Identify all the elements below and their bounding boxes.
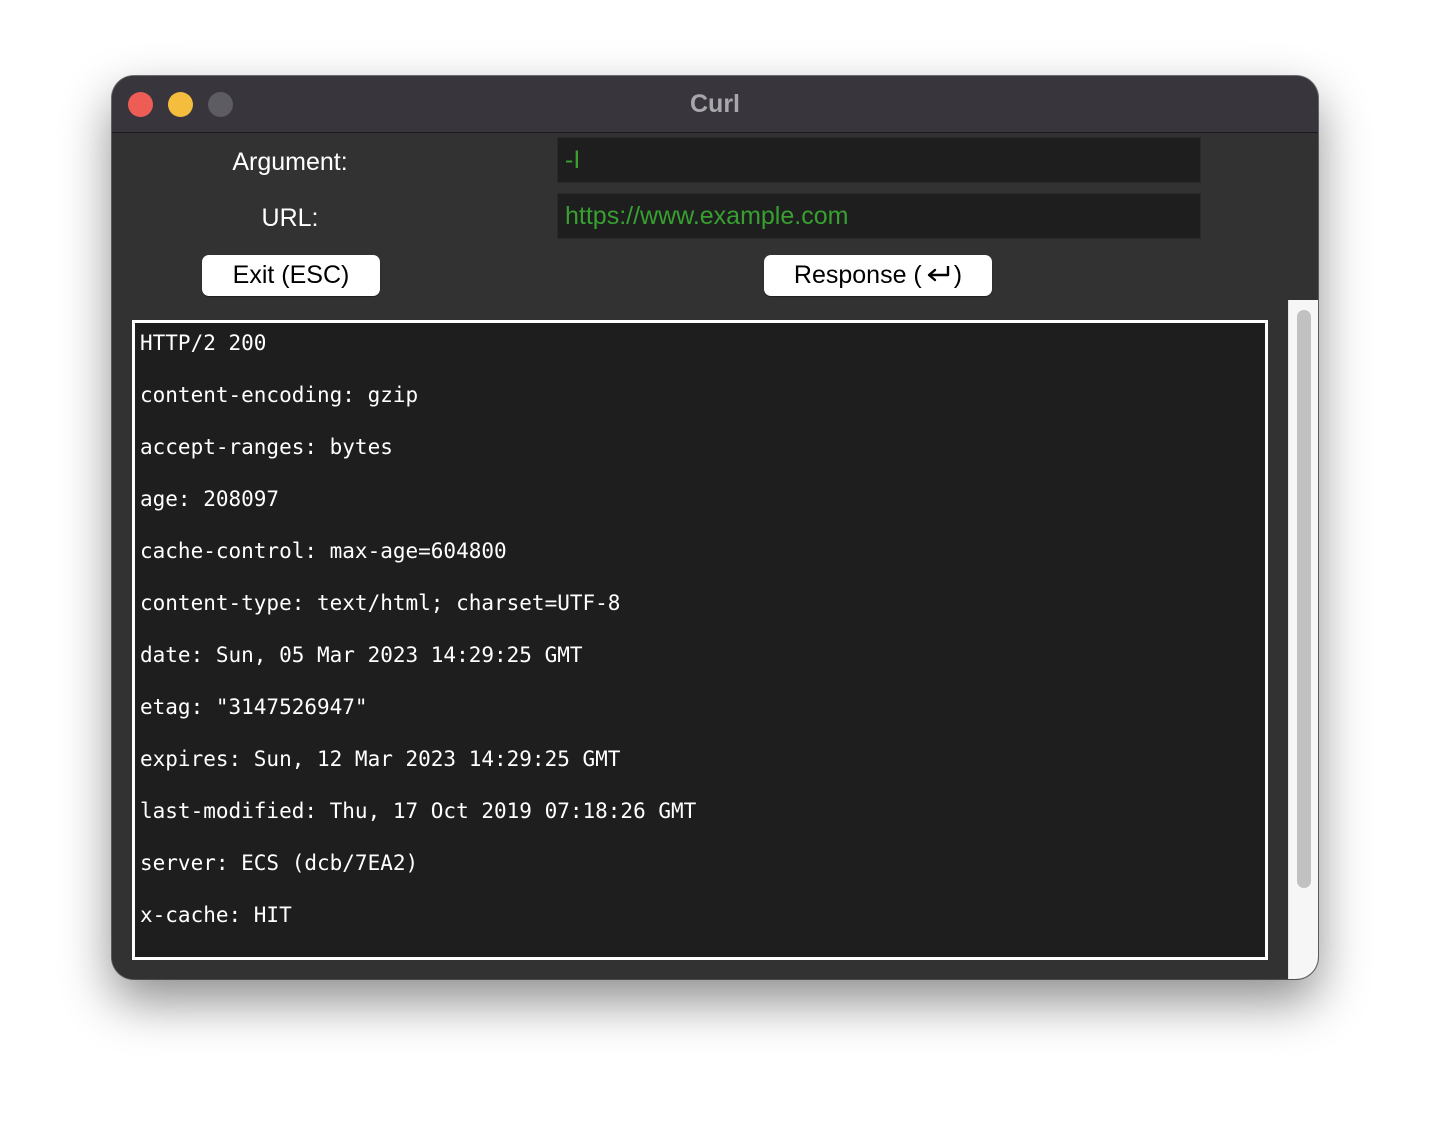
exit-button-label: Exit (ESC) <box>232 261 350 289</box>
response-button[interactable]: Response ( ) <box>764 255 992 296</box>
exit-button[interactable]: Exit (ESC) <box>202 255 380 296</box>
vertical-scrollbar[interactable] <box>1288 300 1318 979</box>
output-line: date: Sun, 05 Mar 2023 14:29:25 GMT <box>140 643 583 667</box>
output-line: HTTP/2 200 <box>140 331 267 355</box>
output-line: last-modified: Thu, 17 Oct 2019 07:18:26… <box>140 799 697 823</box>
url-label: URL: <box>261 204 319 232</box>
return-key-icon <box>927 266 949 282</box>
output-line: accept-ranges: bytes <box>140 435 393 459</box>
title-bar[interactable]: Curl <box>112 76 1318 133</box>
output-line: x-cache: HIT <box>140 903 292 927</box>
output-line: cache-control: max-age=604800 <box>140 539 507 563</box>
response-button-label-prefix: Response ( <box>793 261 922 289</box>
output-line: etag: "3147526947" <box>140 695 368 719</box>
output-scroll-area[interactable]: HTTP/2 200 content-encoding: gzip accept… <box>112 300 1288 979</box>
output-line: age: 208097 <box>140 487 280 511</box>
output-line: content-type: text/html; charset=UTF-8 <box>140 591 621 615</box>
minimize-window-button[interactable] <box>168 92 193 117</box>
curl-window: Curl Argument: -I URL: https://www.examp… <box>112 76 1318 979</box>
argument-label: Argument: <box>232 148 348 176</box>
response-button-label-suffix: ) <box>953 261 963 289</box>
output-line: server: ECS (dcb/7EA2) <box>140 851 419 875</box>
scrollbar-thumb[interactable] <box>1297 310 1311 888</box>
url-input[interactable]: https://www.example.com <box>557 193 1201 239</box>
close-window-button[interactable] <box>128 92 153 117</box>
argument-input[interactable]: -I <box>557 137 1201 183</box>
response-output[interactable]: HTTP/2 200 content-encoding: gzip accept… <box>132 320 1268 960</box>
maximize-window-button <box>208 92 233 117</box>
output-line: expires: Sun, 12 Mar 2023 14:29:25 GMT <box>140 747 621 771</box>
output-line: content-encoding: gzip <box>140 383 419 407</box>
window-title: Curl <box>690 90 740 118</box>
